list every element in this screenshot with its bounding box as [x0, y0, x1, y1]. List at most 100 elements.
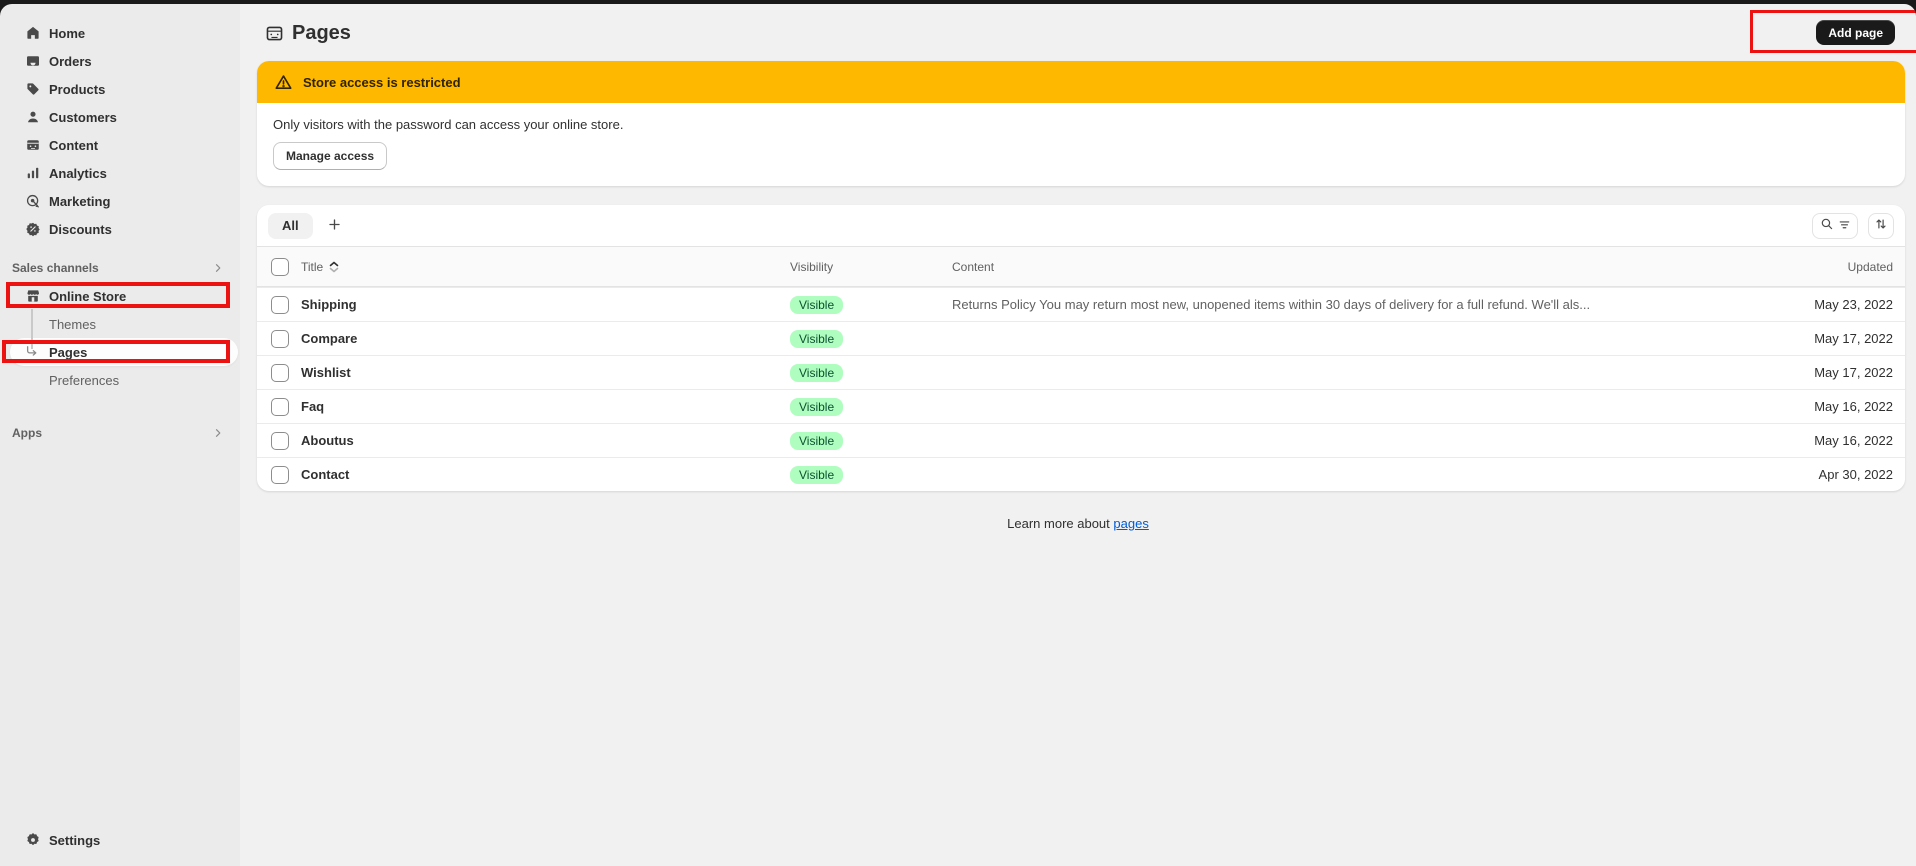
- add-view-button[interactable]: [321, 213, 349, 239]
- row-checkbox[interactable]: [271, 296, 289, 314]
- plus-icon: [327, 217, 342, 235]
- search-filter-button[interactable]: [1812, 213, 1858, 239]
- sidebar-item-label: Pages: [49, 345, 87, 360]
- sidebar-item-content[interactable]: Content: [0, 131, 240, 159]
- table-header-row: Title Visibility Content Updated: [257, 247, 1905, 287]
- sidebar-item-customers[interactable]: Customers: [0, 103, 240, 131]
- gear-icon: [24, 832, 41, 849]
- manage-access-button[interactable]: Manage access: [273, 142, 387, 170]
- sidebar-item-label: Discounts: [49, 222, 112, 237]
- table-toolbar: All: [257, 205, 1905, 247]
- row-title[interactable]: Aboutus: [301, 433, 790, 448]
- sales-channels-label: Sales channels: [12, 261, 99, 275]
- store-access-banner: Store access is restricted Only visitors…: [257, 61, 1905, 186]
- table-row-aboutus[interactable]: Aboutus Visible May 16, 2022: [257, 423, 1905, 457]
- sort-button[interactable]: [1868, 213, 1894, 239]
- page-icon: [265, 24, 284, 43]
- status-badge: Visible: [790, 330, 843, 348]
- page-title: Pages: [292, 22, 351, 45]
- row-updated: May 17, 2022: [1765, 331, 1905, 346]
- sidebar-item-label: Content: [49, 138, 98, 153]
- target-icon: [24, 193, 41, 210]
- table-row-contact[interactable]: Contact Visible Apr 30, 2022: [257, 457, 1905, 491]
- row-checkbox[interactable]: [271, 330, 289, 348]
- filter-icon: [1838, 218, 1851, 234]
- sidebar-item-label: Online Store: [49, 289, 126, 304]
- bar-chart-icon: [24, 165, 41, 182]
- sidebar-item-label: Customers: [49, 110, 117, 125]
- person-icon: [24, 109, 41, 126]
- warning-icon: [274, 73, 293, 92]
- sidebar-item-orders[interactable]: Orders: [0, 47, 240, 75]
- select-all-checkbox[interactable]: [271, 258, 289, 276]
- search-icon: [1820, 217, 1834, 234]
- row-checkbox[interactable]: [271, 466, 289, 484]
- row-title[interactable]: Contact: [301, 467, 790, 482]
- sort-arrows-icon: [1874, 217, 1888, 234]
- sales-channels-header[interactable]: Sales channels: [0, 254, 240, 282]
- banner-body: Only visitors with the password can acce…: [257, 103, 1905, 186]
- table-row-wishlist[interactable]: Wishlist Visible May 17, 2022: [257, 355, 1905, 389]
- column-header-title[interactable]: Title: [301, 260, 790, 274]
- table-row-shipping[interactable]: Shipping Visible Returns Policy You may …: [257, 287, 1905, 321]
- branch-arrow-icon: [25, 345, 39, 362]
- sidebar-item-label: Analytics: [49, 166, 107, 181]
- apps-label: Apps: [12, 426, 42, 440]
- sidebar-item-online-store[interactable]: Online Store: [0, 282, 240, 310]
- sidebar-item-label: Orders: [49, 54, 92, 69]
- row-checkbox[interactable]: [271, 432, 289, 450]
- status-badge: Visible: [790, 432, 843, 450]
- sidebar-item-preferences[interactable]: Preferences: [0, 366, 240, 394]
- row-updated: May 17, 2022: [1765, 365, 1905, 380]
- sidebar-item-themes[interactable]: Themes: [0, 310, 240, 338]
- sidebar-item-label: Home: [49, 26, 85, 41]
- status-badge: Visible: [790, 466, 843, 484]
- pages-table-card: All Title Visibility: [257, 205, 1905, 491]
- banner-text: Only visitors with the password can acce…: [273, 117, 1889, 132]
- row-updated: May 23, 2022: [1765, 297, 1905, 312]
- tab-all[interactable]: All: [268, 213, 313, 239]
- row-title[interactable]: Faq: [301, 399, 790, 414]
- content-icon: [24, 137, 41, 154]
- row-title[interactable]: Shipping: [301, 297, 790, 312]
- pages-help-link[interactable]: pages: [1113, 516, 1148, 531]
- orders-icon: [24, 53, 41, 70]
- sidebar-item-home[interactable]: Home: [0, 19, 240, 47]
- row-checkbox[interactable]: [271, 398, 289, 416]
- banner-header: Store access is restricted: [257, 61, 1905, 103]
- sidebar-item-label: Products: [49, 82, 105, 97]
- table-row-compare[interactable]: Compare Visible May 17, 2022: [257, 321, 1905, 355]
- row-title[interactable]: Wishlist: [301, 365, 790, 380]
- apps-header[interactable]: Apps: [0, 419, 240, 447]
- footer-help-text: Learn more about pages: [240, 516, 1916, 531]
- sidebar-item-marketing[interactable]: Marketing: [0, 187, 240, 215]
- table-row-faq[interactable]: Faq Visible May 16, 2022: [257, 389, 1905, 423]
- column-header-updated: Updated: [1765, 260, 1905, 274]
- sidebar-item-label: Themes: [49, 317, 96, 332]
- row-updated: May 16, 2022: [1765, 433, 1905, 448]
- row-updated: May 16, 2022: [1765, 399, 1905, 414]
- row-content: Returns Policy You may return most new, …: [952, 297, 1765, 312]
- sidebar-item-label: Marketing: [49, 194, 110, 209]
- page-header: Pages: [265, 19, 351, 47]
- sidebar-item-analytics[interactable]: Analytics: [0, 159, 240, 187]
- main-content: Pages Add page Store access is restricte…: [240, 4, 1916, 866]
- chevron-right-icon: [212, 262, 224, 274]
- chevron-right-icon: [212, 427, 224, 439]
- sidebar-item-products[interactable]: Products: [0, 75, 240, 103]
- row-title[interactable]: Compare: [301, 331, 790, 346]
- sort-caret-icon: [329, 261, 339, 273]
- tag-icon: [24, 81, 41, 98]
- sidebar-item-settings[interactable]: Settings: [0, 826, 240, 854]
- row-checkbox[interactable]: [271, 364, 289, 382]
- home-icon: [24, 25, 41, 42]
- sidebar-item-pages[interactable]: Pages: [0, 338, 240, 366]
- sidebar-item-discounts[interactable]: Discounts: [0, 215, 240, 243]
- row-updated: Apr 30, 2022: [1765, 467, 1905, 482]
- add-page-button[interactable]: Add page: [1816, 20, 1895, 45]
- status-badge: Visible: [790, 364, 843, 382]
- column-header-content: Content: [952, 260, 1765, 274]
- status-badge: Visible: [790, 398, 843, 416]
- app-window: Home Orders Products Customers Content A…: [0, 4, 1916, 866]
- sidebar: Home Orders Products Customers Content A…: [0, 4, 240, 866]
